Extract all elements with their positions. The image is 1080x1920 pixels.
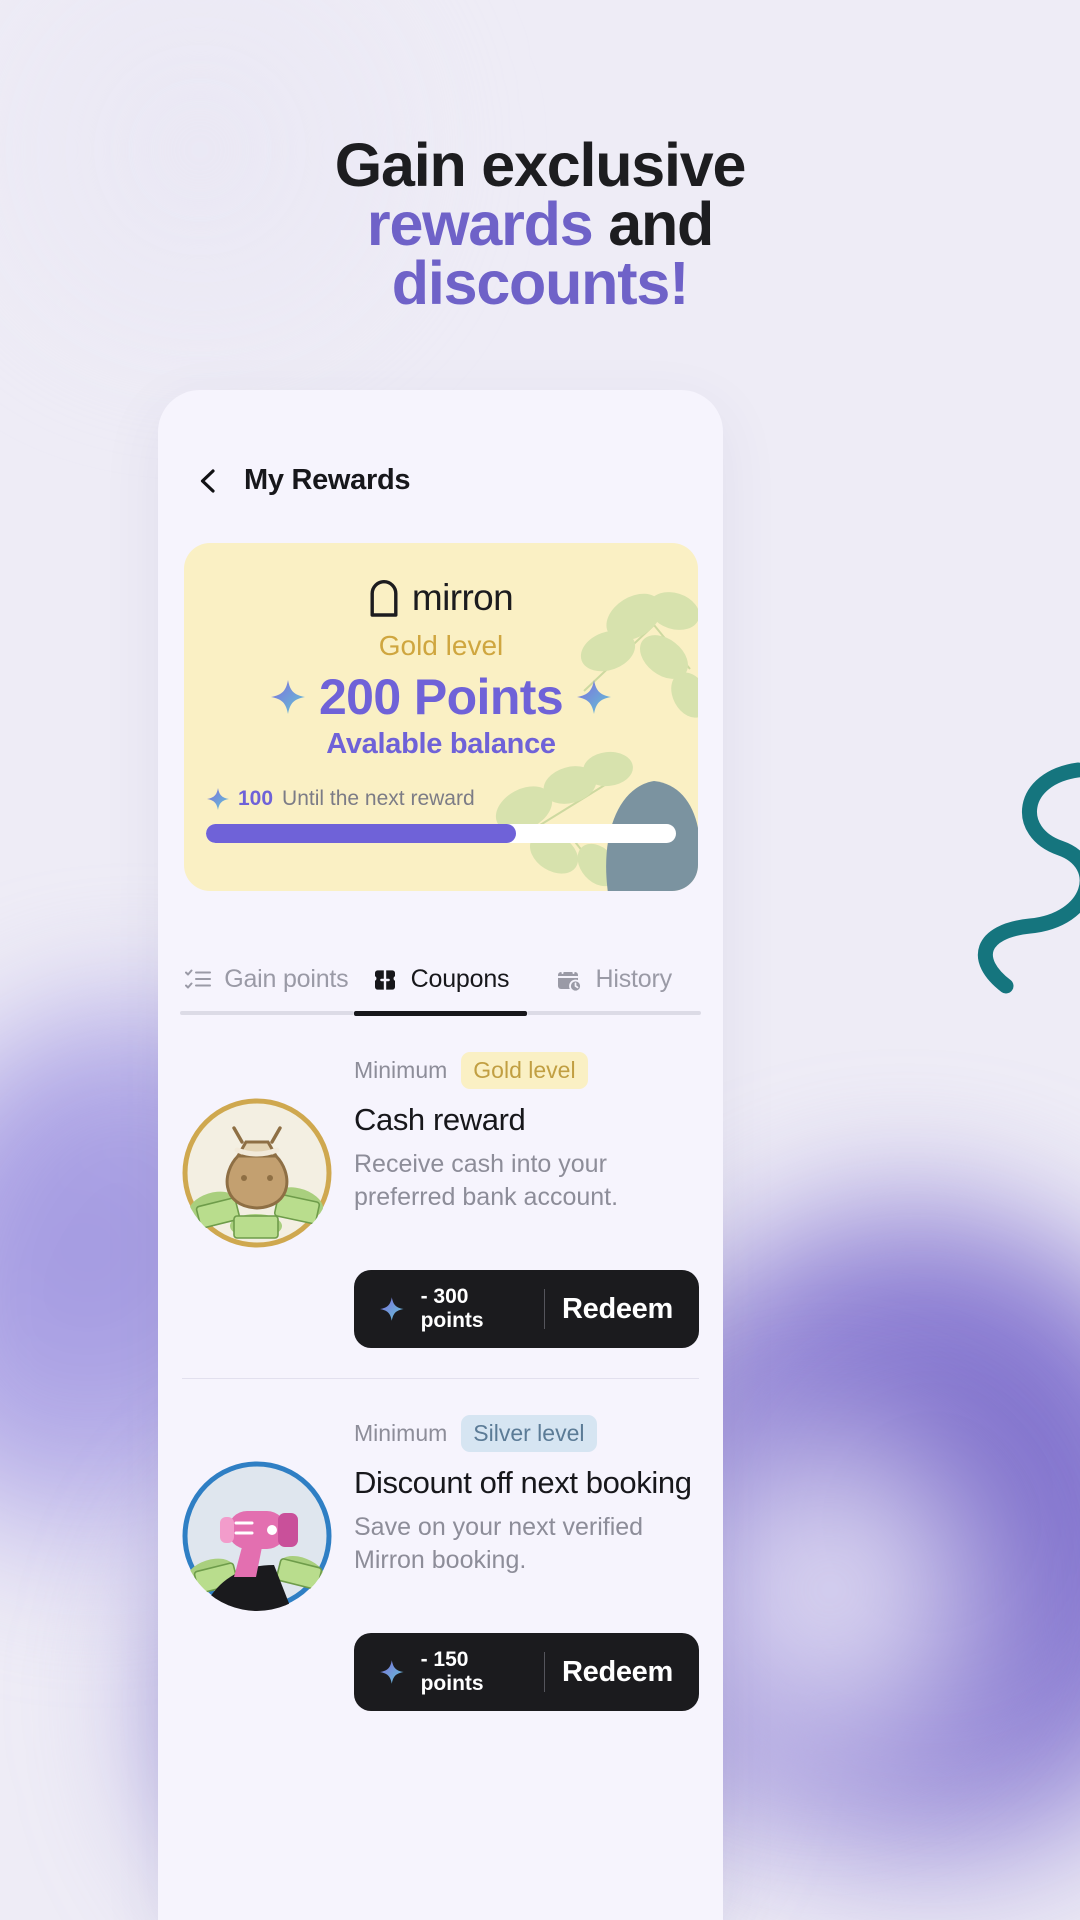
phone-mockup: My Rewards mirron Gold level 200 Points … [158,390,723,1920]
tab-underline [527,1011,702,1015]
points-value: 200 Points [318,669,564,725]
reward-title: Discount off next booking [354,1465,692,1500]
sparkle-icon [207,788,229,810]
headline-line-2-plain: and [592,190,714,258]
page-title: Gain exclusive rewards and discounts! [0,135,1080,314]
redeem-button[interactable]: - 150 points Redeem [354,1633,699,1711]
tab-underline [353,1011,528,1016]
ticket-icon [374,968,395,991]
money-bag-illustration [182,1098,332,1248]
hair-dryer-illustration [182,1461,332,1611]
headline-accent-discounts: discounts! [391,249,690,317]
next-reward-text: Until the next reward [282,787,475,810]
divider [543,1289,545,1329]
divider [543,1652,545,1692]
balance-card: mirron Gold level 200 Points Avalable ba… [184,543,698,891]
redeem-label: Redeem [561,1655,673,1688]
sparkle-icon [577,680,612,714]
reward-meta: Minimum Gold level [182,1052,699,1089]
sparkle-icon [270,680,305,714]
brand-logo: mirron [184,577,698,619]
redeem-cost: - 150 points [420,1648,484,1695]
headline-accent-rewards: rewards [366,190,594,258]
reward-title: Cash reward [354,1102,526,1137]
reward-meta: Minimum Silver level [182,1415,699,1452]
tab-bar: Gain points Coupons History [180,965,702,1016]
next-reward-row: 100 Until the next reward [184,787,698,811]
list-item[interactable]: Minimum Silver level Discount off next b… [182,1378,699,1711]
reward-description: Receive cash into your preferred bank ac… [354,1150,619,1211]
sparkle-icon [380,1297,404,1321]
status-badge: Silver level [461,1415,597,1452]
checklist-icon [185,969,212,988]
headline-line-1: Gain exclusive [334,131,747,199]
tab-coupons[interactable]: Coupons [353,965,528,1016]
mirron-dome-logo-icon [370,580,398,617]
teal-squiggle-icon [977,762,1080,994]
next-reward-points: 100 [238,787,274,810]
points-row: 200 Points [184,668,698,726]
chevron-left-icon[interactable] [196,468,222,494]
membership-level: Gold level [378,630,504,661]
reward-description: Save on your next verified Mirron bookin… [354,1513,644,1574]
reward-list: Minimum Gold level Cash reward Receive c… [158,1016,723,1711]
redeem-cost: - 300 points [420,1285,484,1332]
status-badge: Gold level [461,1052,588,1089]
tab-underline [180,1011,354,1015]
progress-fill [206,824,517,843]
tab-gain-points[interactable]: Gain points [180,965,354,1016]
list-item[interactable]: Minimum Gold level Cash reward Receive c… [182,1016,699,1348]
app-bar: My Rewards [158,390,723,497]
minimum-label: Minimum [354,1420,448,1446]
sparkle-icon [380,1660,404,1684]
tab-label: History [595,965,672,993]
tab-label: Coupons [410,965,510,993]
brand-name: mirron [411,577,514,618]
tab-history[interactable]: History [527,965,702,1016]
screen-title: My Rewards [244,464,411,496]
minimum-label: Minimum [354,1057,448,1083]
tab-label: Gain points [224,965,349,993]
balance-label: Avalable balance [326,728,556,760]
progress-track [206,824,676,843]
redeem-label: Redeem [561,1292,673,1325]
redeem-button[interactable]: - 300 points Redeem [354,1270,699,1348]
calendar-clock-icon [557,968,583,992]
